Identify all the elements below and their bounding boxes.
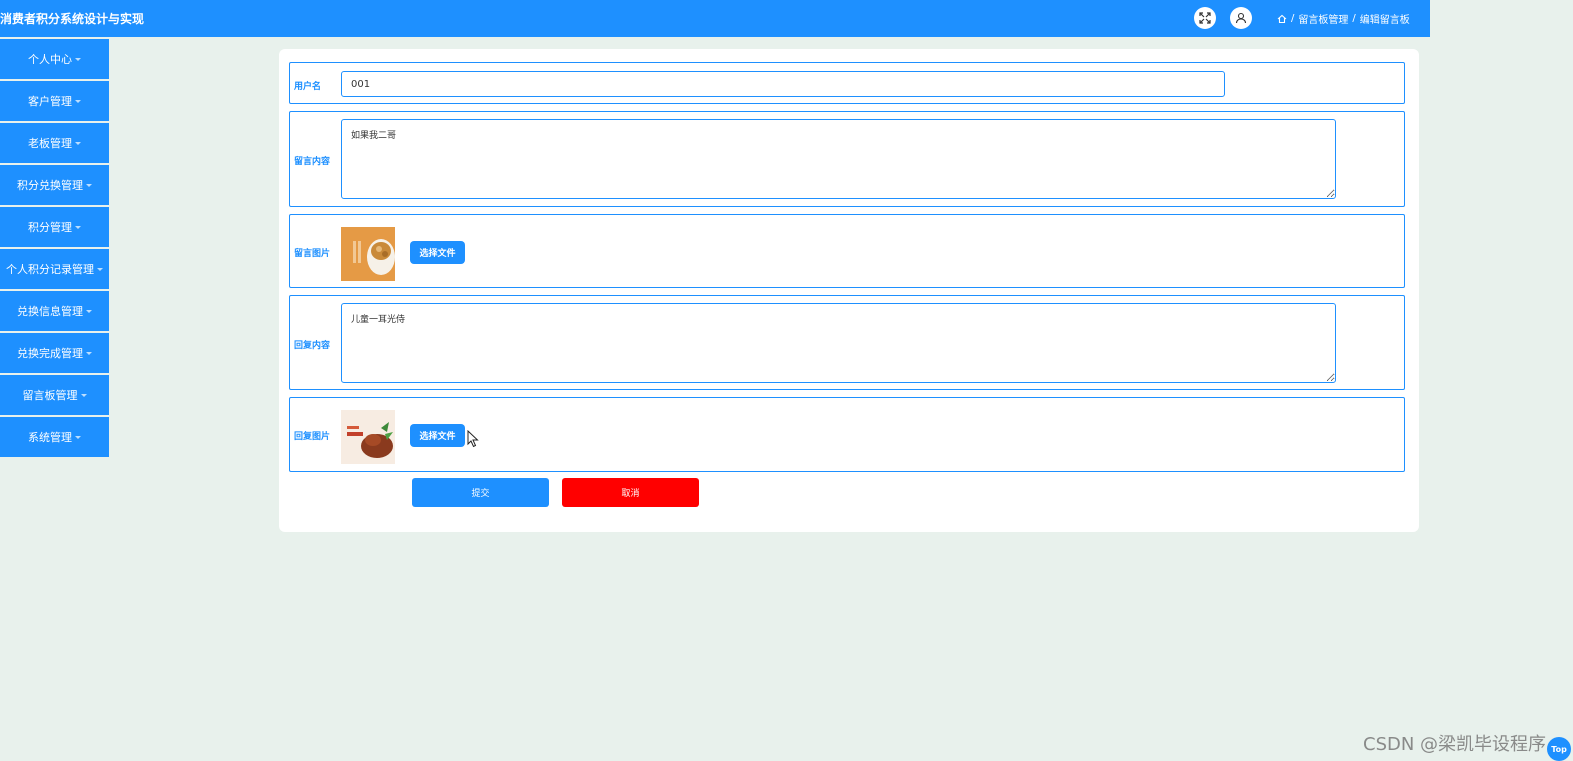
reply-content-row: 回复内容 儿童一耳光侍	[289, 295, 1405, 390]
user-button[interactable]	[1230, 7, 1252, 29]
back-to-top-button[interactable]: Top	[1547, 737, 1571, 761]
caret-down-icon	[97, 267, 103, 271]
caret-down-icon	[75, 141, 81, 145]
fullscreen-icon	[1199, 12, 1211, 24]
message-image-row: 留言图片 选择文件	[289, 214, 1405, 288]
breadcrumb-item-message-board[interactable]: 留言板管理	[1298, 11, 1348, 26]
username-label: 用户名	[294, 82, 322, 92]
username-row: 用户名	[289, 62, 1405, 104]
reply-content-textarea[interactable]: 儿童一耳光侍	[341, 303, 1336, 383]
caret-down-icon	[86, 309, 92, 313]
sidebar-item-system[interactable]: 系统管理	[0, 417, 109, 457]
sidebar-item-label: 积分管理	[28, 221, 72, 234]
caret-down-icon	[86, 183, 92, 187]
breadcrumb: / 留言板管理 / 编辑留言板	[1277, 11, 1410, 26]
caret-down-icon	[80, 393, 87, 397]
sidebar-item-points-exchange[interactable]: 积分兑换管理	[0, 165, 109, 205]
sidebar-item-customer[interactable]: 客户管理	[0, 81, 109, 121]
reply-image-label: 回复图片	[294, 432, 331, 442]
message-image-thumbnail	[341, 227, 395, 281]
top-header: 消费者积分系统设计与实现 / 留言板管理 / 编辑留言板	[0, 0, 1430, 37]
sidebar-item-exchange-complete[interactable]: 兑换完成管理	[0, 333, 109, 373]
breadcrumb-item-edit: 编辑留言板	[1359, 15, 1410, 26]
sidebar: 个人中心 客户管理 老板管理 积分兑换管理 积分管理 个人积分记录管理 兑换信息…	[0, 39, 109, 459]
sidebar-item-personal-center[interactable]: 个人中心	[0, 39, 109, 79]
message-content-row: 留言内容 如果我二哥	[289, 111, 1405, 207]
message-content-textarea[interactable]: 如果我二哥	[341, 119, 1336, 199]
caret-down-icon	[75, 99, 81, 103]
fullscreen-button[interactable]	[1194, 7, 1216, 29]
sidebar-item-points[interactable]: 积分管理	[0, 207, 109, 247]
sidebar-item-boss[interactable]: 老板管理	[0, 123, 109, 163]
message-content-label: 留言内容	[294, 157, 331, 167]
message-image-choose-file-button[interactable]: 选择文件	[410, 241, 465, 264]
caret-down-icon	[75, 435, 81, 439]
sidebar-item-label: 留言板管理	[22, 389, 78, 402]
reply-image-thumbnail	[341, 410, 395, 464]
home-icon[interactable]	[1277, 14, 1287, 24]
sidebar-item-label: 兑换信息管理	[17, 305, 83, 318]
reply-image-row: 回复图片 选择文件	[289, 397, 1405, 472]
reply-content-label: 回复内容	[294, 341, 331, 351]
caret-down-icon	[75, 57, 81, 61]
submit-button[interactable]: 提交	[412, 478, 549, 507]
breadcrumb-separator: /	[1352, 13, 1356, 24]
sidebar-item-label: 老板管理	[28, 137, 72, 150]
sidebar-item-label: 系统管理	[28, 431, 72, 444]
csdn-watermark: CSDN @梁凯毕设程序	[1363, 734, 1547, 755]
sidebar-item-label: 客户管理	[28, 95, 72, 108]
sidebar-item-label: 个人积分记录管理	[6, 263, 94, 276]
sidebar-item-label: 积分兑换管理	[17, 179, 83, 192]
sidebar-item-message-board[interactable]: 留言板管理	[0, 375, 109, 415]
sidebar-item-exchange-info[interactable]: 兑换信息管理	[0, 291, 109, 331]
username-input[interactable]	[341, 71, 1225, 97]
breadcrumb-separator: /	[1291, 13, 1295, 24]
caret-down-icon	[75, 225, 81, 229]
mouse-cursor-icon	[467, 430, 479, 448]
reply-image-choose-file-button[interactable]: 选择文件	[410, 424, 465, 447]
sidebar-item-label: 兑换完成管理	[17, 347, 83, 360]
message-image-label: 留言图片	[294, 249, 331, 259]
edit-form-panel: 用户名 留言内容 如果我二哥 留言图片 选择文件 回复内容 儿童一耳光侍 回复图…	[279, 49, 1419, 532]
app-title: 消费者积分系统设计与实现	[0, 12, 145, 26]
sidebar-item-label: 个人中心	[28, 53, 72, 66]
sidebar-item-points-records[interactable]: 个人积分记录管理	[0, 249, 109, 289]
cancel-button[interactable]: 取消	[562, 478, 699, 507]
caret-down-icon	[86, 351, 92, 355]
user-icon	[1235, 12, 1247, 24]
